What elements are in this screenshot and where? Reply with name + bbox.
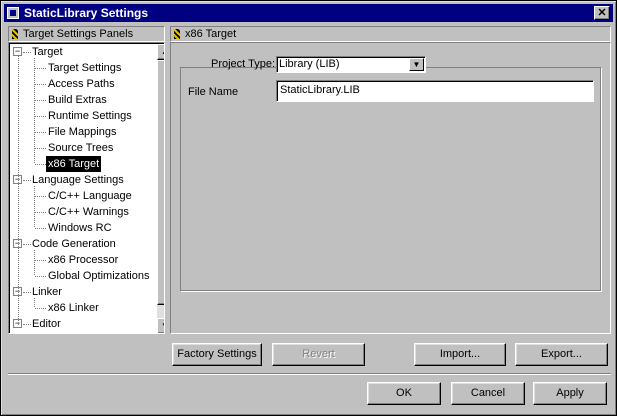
tree-connector [35,132,46,133]
scroll-down-button[interactable]: ▼ [157,318,164,333]
chevron-down-icon[interactable]: ▼ [409,58,424,71]
close-button[interactable]: ✕ [594,6,610,20]
panels-header-label: Target Settings Panels [23,28,134,40]
tree-connector [35,68,46,69]
panel-stripe-icon [174,29,180,39]
app-icon [7,7,19,19]
import-button[interactable]: Import... [414,343,506,366]
file-name-label: File Name [188,86,239,98]
tree-connector [34,298,35,307]
tree-group-item[interactable]: Code Generation [32,236,116,252]
tree-connector [35,148,46,149]
right-panel-header: x86 Target [170,26,611,42]
title-bar[interactable]: StaticLibrary Settings ✕ [4,4,613,22]
scroll-thumb[interactable] [157,60,164,305]
tree-group-item[interactable]: Linker [32,284,62,300]
revert-button[interactable]: Revert [272,343,365,366]
tree-item[interactable]: C/C++ Warnings [48,204,129,220]
tree-connector [35,276,46,277]
cancel-button[interactable]: Cancel [451,382,525,405]
tree-group-item[interactable]: Language Settings [32,172,124,188]
tree-item[interactable]: Windows RC [48,220,112,236]
panels-header: Target Settings Panels [8,26,165,42]
project-type-value: Library (LIB) [279,58,340,70]
project-type-select[interactable]: Library (LIB) ▼ [276,56,426,73]
tree-connector [35,308,46,309]
tree-item[interactable]: Target Settings [48,60,121,76]
tree-connector [35,228,46,229]
tree-connector [23,180,31,181]
tree-connector [35,260,46,261]
tree-item[interactable]: C/C++ Language [48,188,132,204]
tree-item[interactable]: Source Trees [48,140,113,156]
tree-group-item[interactable]: Editor [32,316,61,332]
apply-button[interactable]: Apply [533,382,607,405]
tree-item[interactable]: Runtime Settings [48,108,132,124]
ok-button[interactable]: OK [367,382,441,405]
tree-connector [23,292,31,293]
tree-connector [35,212,46,213]
tree-item[interactable]: Build Extras [48,92,107,108]
settings-tree[interactable]: − Target Target Settings Access Paths Build … [8,42,165,334]
project-type-label: Project Type: [211,58,275,70]
tree-scrollbar[interactable]: ▲ ▼ [157,44,164,333]
tree-connector [18,56,19,325]
tree-connector [35,100,46,101]
tree-connector [23,52,31,53]
tree-connector [35,196,46,197]
tree-connector [34,250,35,275]
tree-connector [23,324,31,325]
tree-connector [35,84,46,85]
tree-group-item[interactable]: Target [32,44,63,60]
settings-dialog: StaticLibrary Settings ✕ Target Settings… [0,0,617,416]
tree-item[interactable]: x86 Target [46,156,102,172]
tree-item[interactable]: Global Optimizations [48,268,150,284]
tree-expander-icon[interactable]: − [13,47,22,56]
tree-connector [23,244,31,245]
tree-connector [34,186,35,227]
separator [8,373,611,375]
tree-connector [35,116,46,117]
tree-connector [35,164,46,165]
right-panel-title: x86 Target [185,28,237,40]
tree-item[interactable]: File Mappings [48,124,116,140]
file-name-field[interactable]: StaticLibrary.LIB [276,80,594,102]
factory-settings-button[interactable]: Factory Settings [172,343,262,366]
tree-item[interactable]: x86 Processor [48,252,118,268]
scroll-up-button[interactable]: ▲ [157,44,164,60]
tree-item[interactable]: x86 Linker [48,300,99,316]
export-button[interactable]: Export... [515,343,608,366]
window-title: StaticLibrary Settings [24,6,149,20]
tree-item[interactable]: Access Paths [48,76,115,92]
panel-stripe-icon [12,29,18,39]
